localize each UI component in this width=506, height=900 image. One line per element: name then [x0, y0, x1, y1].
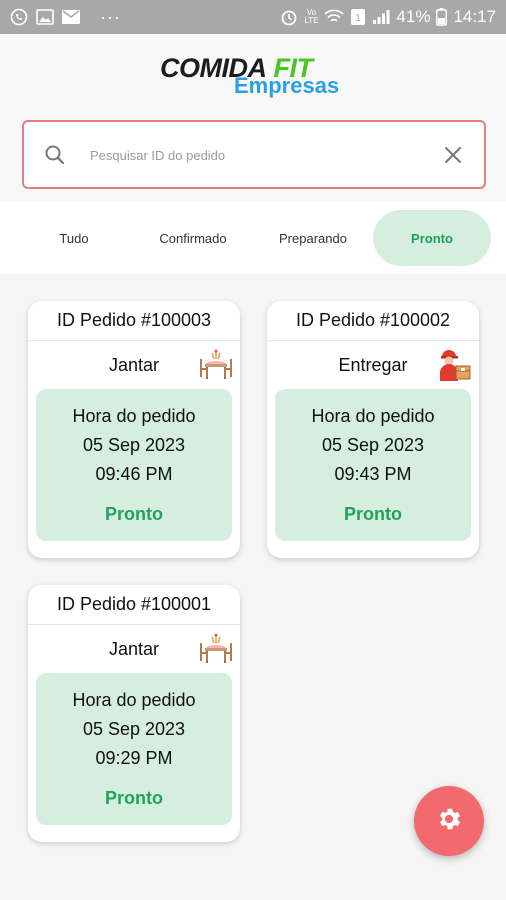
- search-input[interactable]: [90, 140, 420, 170]
- battery-percent: 41%: [396, 7, 431, 26]
- tab-tudo[interactable]: Tudo: [15, 210, 133, 266]
- dinner-table-icon: [198, 347, 234, 383]
- status-bar: ··· Vo LTE 1 41% 14:17: [0, 0, 506, 34]
- dinner-table-icon: [198, 631, 234, 667]
- settings-gear-icon: [435, 805, 463, 838]
- clear-search-icon[interactable]: [442, 144, 464, 171]
- header: COMIDA FIT Empresas: [0, 34, 506, 202]
- order-card[interactable]: ID Pedido #100001 Jantar Hora do pedido …: [28, 585, 240, 842]
- more-notifications-dots: ···: [100, 6, 121, 27]
- image-icon: [36, 9, 54, 25]
- tab-pronto[interactable]: Pronto: [373, 210, 491, 266]
- order-date: 05 Sep 2023: [82, 719, 186, 739]
- settings-button[interactable]: [414, 786, 484, 856]
- order-date: 05 Sep 2023: [82, 435, 186, 455]
- sim-icon: 1: [350, 8, 366, 26]
- volte-icon: Vo LTE: [304, 8, 319, 25]
- svg-text:1: 1: [356, 13, 362, 24]
- order-time: 09:43 PM: [334, 464, 412, 484]
- whatsapp-icon: [10, 8, 28, 26]
- clock: 14:17: [453, 7, 496, 26]
- order-details: Hora do pedido 05 Sep 2023 09:29 PM Pron…: [36, 673, 232, 825]
- app-logo: COMIDA FIT Empresas: [160, 54, 350, 98]
- order-date: 05 Sep 2023: [321, 435, 425, 455]
- search-box[interactable]: [22, 120, 486, 189]
- order-time-label: Hora do pedido: [311, 406, 435, 426]
- status-filter-tabs: Tudo Confirmado Preparando Pronto: [0, 202, 506, 274]
- delivery-man-icon: [437, 347, 473, 383]
- order-id: ID Pedido #100002: [267, 301, 479, 341]
- order-time: 09:46 PM: [95, 464, 173, 484]
- order-card[interactable]: ID Pedido #100002 Entregar Hora do pedid…: [267, 301, 479, 558]
- order-status: Pronto: [344, 504, 402, 524]
- alarm-icon: [280, 8, 298, 26]
- order-details: Hora do pedido 05 Sep 2023 09:43 PM Pron…: [275, 389, 471, 541]
- order-time-label: Hora do pedido: [72, 690, 196, 710]
- order-id: ID Pedido #100003: [28, 301, 240, 341]
- order-id: ID Pedido #100001: [28, 585, 240, 625]
- order-details: Hora do pedido 05 Sep 2023 09:46 PM Pron…: [36, 389, 232, 541]
- order-time-label: Hora do pedido: [72, 406, 196, 426]
- logo-subtitle: Empresas: [234, 73, 340, 98]
- signal-icon: [372, 9, 390, 25]
- order-time: 09:29 PM: [95, 748, 173, 768]
- order-status: Pronto: [105, 788, 163, 808]
- tab-preparando[interactable]: Preparando: [254, 210, 372, 266]
- order-card[interactable]: ID Pedido #100003 Jantar Hora do pedido …: [28, 301, 240, 558]
- mail-icon: [62, 10, 80, 24]
- battery-icon: [436, 8, 448, 26]
- tab-confirmado[interactable]: Confirmado: [134, 210, 252, 266]
- order-status: Pronto: [105, 504, 163, 524]
- wifi-icon: [324, 9, 344, 25]
- search-icon: [44, 144, 66, 171]
